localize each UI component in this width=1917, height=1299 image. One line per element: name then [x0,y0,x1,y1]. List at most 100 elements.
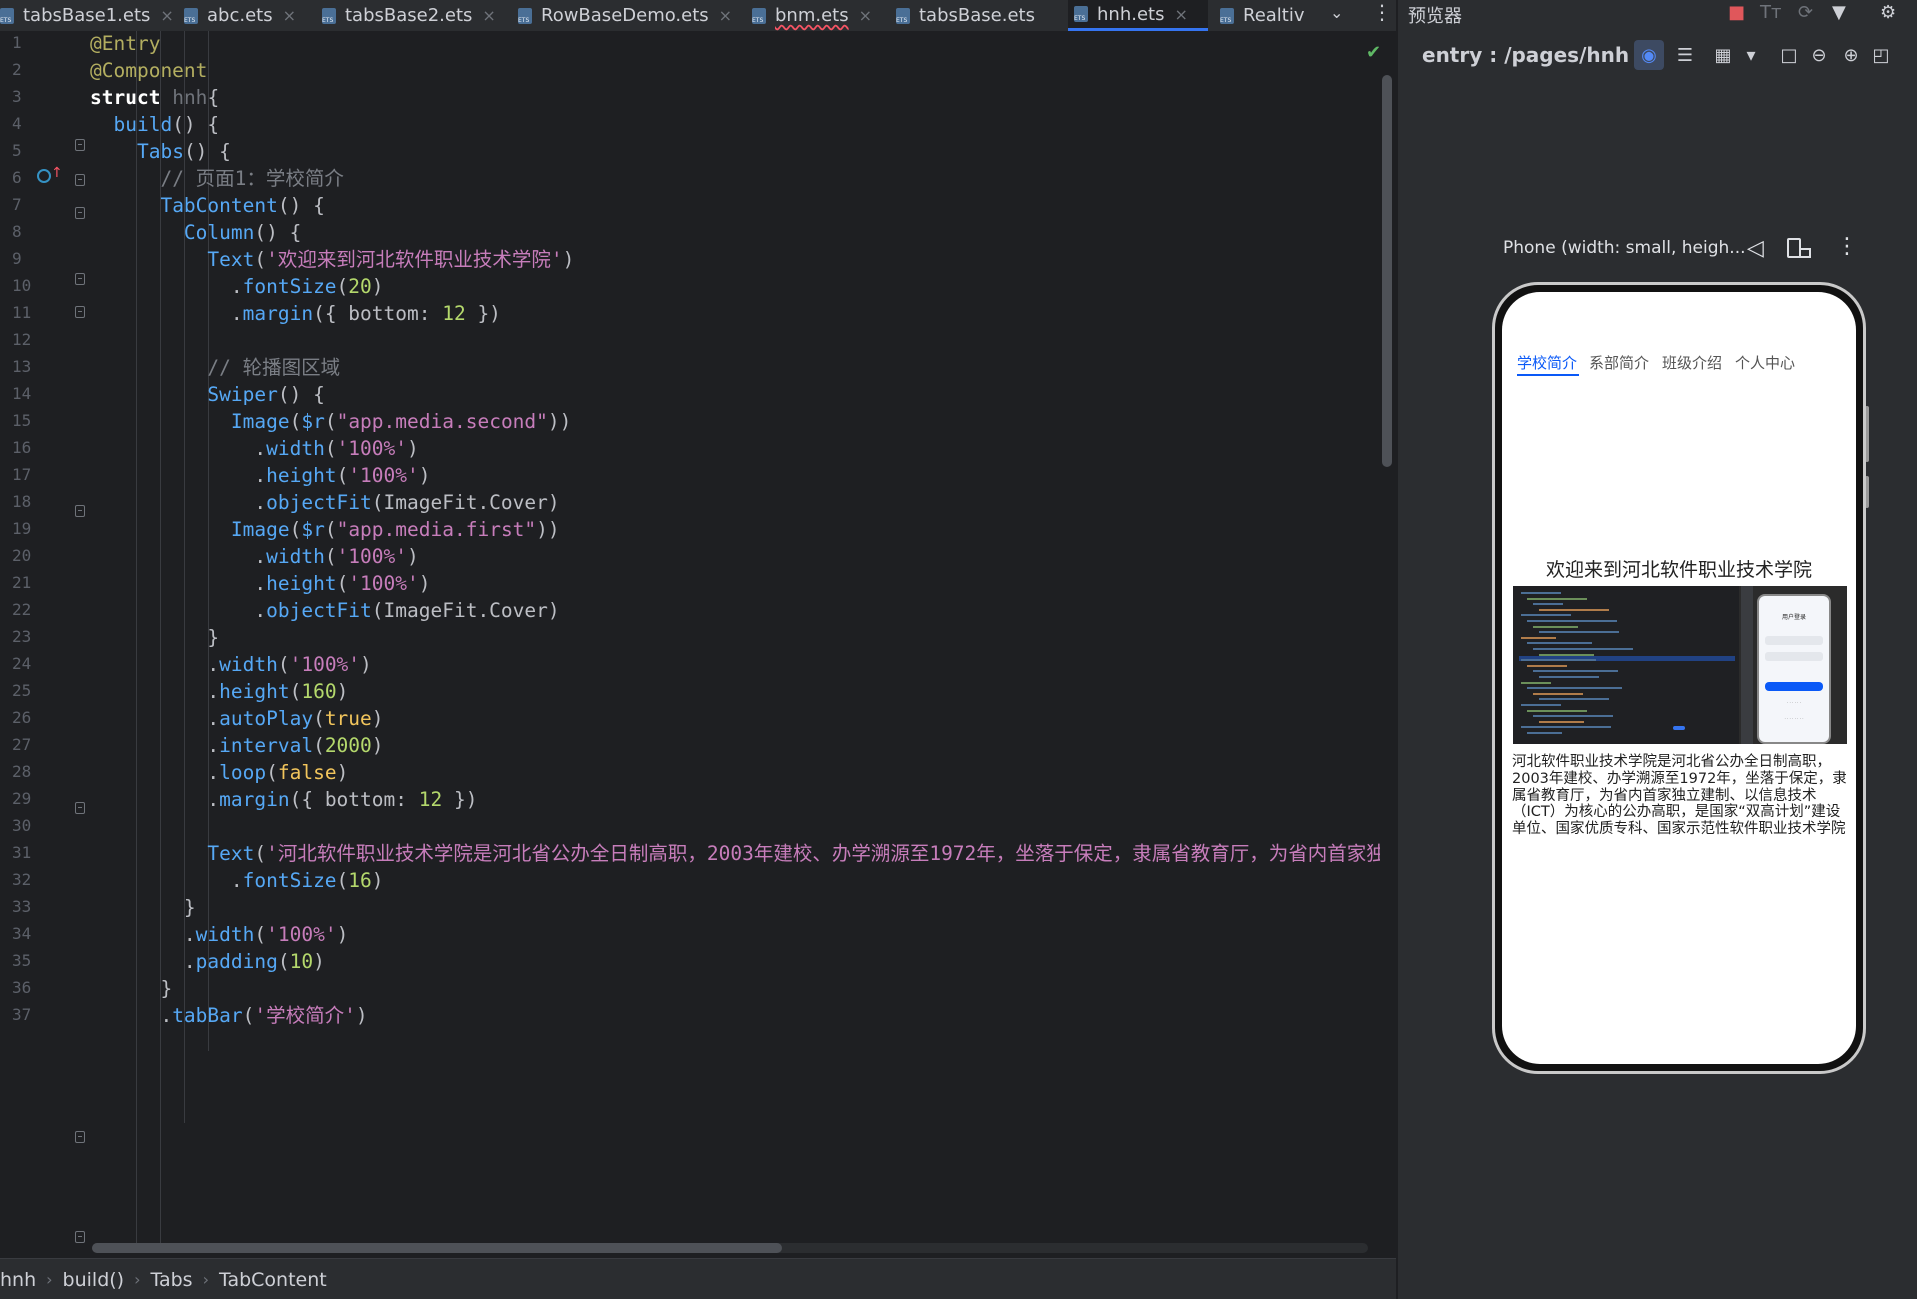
close-icon[interactable]: × [719,6,732,25]
line-gutter: 1 2 3 4 5 6 7 8 9 10 11 12 13 14 15 16 17 18 19 20 21 22 23 24 2… [0,31,88,1258]
line-number: 3 [12,87,22,106]
swiper-code-stroke [1521,681,1551,684]
close-icon[interactable]: × [160,6,173,25]
settings-icon[interactable]: ⚙ [1880,2,1896,23]
swiper-code-stroke [1527,620,1617,622]
image-swiper[interactable]: 用户登录 · · · · · · · · · · · · · · [1513,586,1847,744]
line-number: 1 [12,33,22,52]
tab-class-intro[interactable]: 班级介绍 [1662,352,1722,373]
breadcrumb-item-tabcontent[interactable]: TabContent [219,1269,327,1291]
fold-icon[interactable] [75,306,85,318]
tab-label: RowBaseDemo.ets [541,5,709,26]
line-number: 12 [12,330,32,349]
inspect-icon[interactable]: ◉ [1634,40,1664,70]
line-number: 22 [12,600,32,619]
fold-icon[interactable] [75,505,85,517]
app-tab-bar: 学校简介 系部简介 班级介绍 个人中心 [1502,352,1856,382]
device-label[interactable]: Phone (width: small, heigh... [1503,238,1746,258]
fold-icon[interactable] [75,207,85,219]
swiper-code-stroke [1533,603,1563,606]
text-size-icon[interactable]: Tт [1760,2,1781,23]
line-number: 5 [12,141,22,160]
fold-icon[interactable] [75,174,85,186]
welcome-text: 欢迎来到河北软件职业技术学院 [1545,559,1812,581]
fold-icon[interactable] [75,802,85,814]
ets-file-icon [896,7,910,24]
tab-label: tabsBase.ets [919,5,1035,26]
chevron-down-icon[interactable]: ⌄ [1330,3,1343,22]
chevron-down-icon[interactable]: ▾ [1736,40,1766,70]
previewer-toolbar: ◉ ☰ ▦ ▾ □ ⊖ ⊕ ◰ [1634,40,1917,70]
zoom-out-icon[interactable]: ⊖ [1804,40,1834,70]
rotate-icon-part [1799,248,1811,258]
tab-RowBaseDemo[interactable]: RowBaseDemo.ets × [512,0,744,31]
swiper-code-stroke [1539,698,1609,701]
override-icon[interactable] [37,169,51,183]
code-line: .margin({ bottom: 12 }) [90,788,478,811]
swiper-code-stroke [1527,597,1587,600]
horizontal-scrollbar[interactable] [92,1243,782,1253]
frame-icon[interactable]: □ [1774,40,1804,70]
pin-icon[interactable]: ▼ [1832,2,1846,23]
line-number: 36 [12,978,32,997]
line-number: 27 [12,735,32,754]
breadcrumb-item-hnh[interactable]: hnh [0,1269,36,1291]
more-vertical-icon[interactable]: ⋮ [1836,234,1858,259]
vertical-scrollbar[interactable] [1382,75,1392,467]
ets-file-icon [1074,6,1088,22]
previewer-panel: 预览器 ■ Tт ⟳ ▼ ⚙ entry : /pages/hnh ◉ ☰ ▦ … [1396,0,1917,1299]
swiper-image-code-screenshot [1513,586,1739,744]
code-area[interactable]: @Entry @Component struct hnh{ build() { Ta… [90,31,1380,1251]
swiper-code-stroke [1527,664,1567,667]
line-number: 32 [12,870,32,889]
tab-tabsBase1[interactable]: tabsBase1.ets × [0,0,178,31]
swiper-code-stroke [1527,687,1622,690]
tab-hnh[interactable]: hnh.ets × [1068,0,1208,31]
tab-tabsBase[interactable]: tabsBase.ets [890,0,1058,31]
line-number: 6 [12,168,22,187]
line-number: 19 [12,519,32,538]
line-number: 25 [12,681,32,700]
swiper-code-stroke [1521,704,1561,706]
fold-icon[interactable] [75,1231,85,1243]
stop-icon[interactable]: ■ [1728,2,1745,23]
close-icon[interactable]: × [482,6,495,25]
close-icon[interactable]: × [859,6,872,25]
tab-bnm[interactable]: bnm.ets × [746,0,888,31]
phone-screen[interactable]: 学校简介 系部简介 班级介绍 个人中心 欢迎来到河北软件职业技术学院 用户登录 [1502,292,1856,1064]
swiper-code-stroke [1539,608,1609,611]
more-vertical-icon[interactable]: ⋮ [1372,0,1392,24]
entry-path: entry : /pages/hnh [1422,43,1630,67]
code-line: .tabBar('学校简介') [90,1004,368,1027]
swiper-code-stroke [1539,676,1599,678]
breadcrumb-item-tabs[interactable]: Tabs [151,1269,193,1291]
layers-icon[interactable]: ☰ [1670,40,1700,70]
line-number: 7 [12,195,22,214]
tab-school-intro[interactable]: 学校简介 [1517,352,1577,373]
fit-icon[interactable]: ◰ [1866,40,1896,70]
fold-icon[interactable] [75,139,85,151]
line-number: 16 [12,438,32,457]
ets-file-icon [752,7,766,24]
breadcrumb-item-build[interactable]: build() [63,1269,125,1291]
fold-icon[interactable] [75,1131,85,1143]
back-icon[interactable]: ◁ [1747,236,1764,261]
intro-paragraph: 河北软件职业技术学院是河北省公办全日制高职，2003年建校、办学溯源至1972年… [1512,754,1847,838]
close-icon[interactable]: × [283,6,296,25]
breadcrumb-separator: › [202,1270,209,1289]
line-number: 31 [12,843,32,862]
code-editor[interactable]: tabsBase1.ets × abc.ets × tabsBase2.ets … [0,0,1396,1299]
line-number: 20 [12,546,32,565]
tab-personal-center[interactable]: 个人中心 [1735,352,1795,373]
tab-Realtiv[interactable]: Realtiv [1214,0,1324,31]
fold-icon[interactable] [75,273,85,285]
tab-tabsBase2[interactable]: tabsBase2.ets × [316,0,505,31]
swiper-code-stroke [1539,653,1594,656]
close-icon[interactable]: × [1174,5,1187,24]
refresh-icon[interactable]: ⟳ [1798,2,1813,23]
zoom-in-icon[interactable]: ⊕ [1836,40,1866,70]
swiper-code-stroke [1533,670,1618,673]
grid-icon[interactable]: ▦ [1708,40,1738,70]
tab-dept-intro[interactable]: 系部简介 [1589,352,1649,373]
tab-abc[interactable]: abc.ets × [178,0,310,31]
